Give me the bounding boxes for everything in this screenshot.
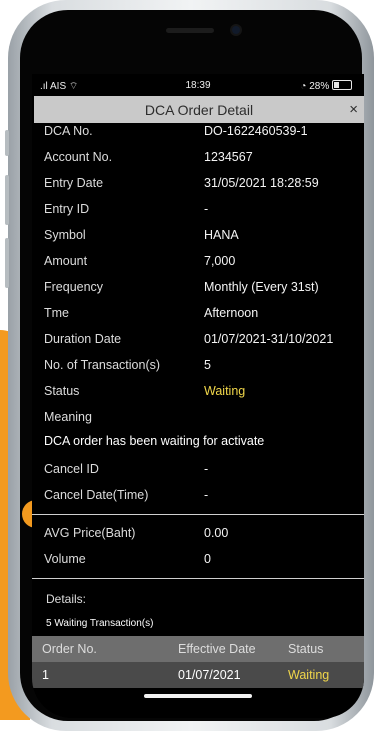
volume-down-button bbox=[5, 238, 9, 288]
detail-row-status: Status Waiting bbox=[44, 384, 362, 404]
front-camera bbox=[232, 26, 240, 34]
detail-row-transactions: No. of Transaction(s) 5 bbox=[44, 358, 362, 378]
volume-up-button bbox=[5, 175, 9, 225]
battery-status: ◔ 28% bbox=[300, 80, 352, 92]
section-divider bbox=[32, 514, 364, 515]
detail-label: DCA No. bbox=[44, 124, 93, 138]
detail-value: 1234567 bbox=[204, 150, 253, 164]
detail-value: 01/07/2021-31/10/2021 bbox=[204, 332, 334, 346]
section-divider bbox=[32, 578, 364, 579]
table-row[interactable]: 1 01/07/2021 Waiting bbox=[32, 662, 364, 688]
close-icon[interactable]: × bbox=[349, 101, 358, 118]
col-status: Status bbox=[288, 642, 324, 656]
meaning-label: Meaning bbox=[44, 410, 92, 424]
detail-value: Monthly (Every 31st) bbox=[204, 280, 319, 294]
detail-row-duration-date: Duration Date 01/07/2021-31/10/2021 bbox=[44, 332, 362, 352]
detail-label: Amount bbox=[44, 254, 88, 268]
battery-icon bbox=[332, 80, 352, 90]
detail-value: 7,000 bbox=[204, 254, 236, 268]
meaning-text: DCA order has been waiting for activate bbox=[44, 434, 265, 448]
detail-label: Account No. bbox=[44, 150, 113, 164]
detail-value: 0.00 bbox=[204, 526, 229, 540]
detail-value: - bbox=[204, 462, 209, 476]
detail-value: DO-1622460539-1 bbox=[204, 124, 308, 138]
detail-label: Volume bbox=[44, 552, 86, 566]
detail-value: - bbox=[204, 202, 209, 216]
detail-label: Cancel Date(Time) bbox=[44, 488, 149, 502]
detail-value: - bbox=[204, 488, 209, 502]
waiting-transactions: 5 Waiting Transaction(s) bbox=[46, 618, 154, 629]
detail-label: Status bbox=[44, 384, 80, 398]
detail-label: Cancel ID bbox=[44, 462, 99, 476]
detail-label: No. of Transaction(s) bbox=[44, 358, 161, 372]
detail-value: 31/05/2021 18:28:59 bbox=[204, 176, 319, 190]
cell-effective-date: 01/07/2021 bbox=[178, 668, 241, 682]
mute-switch bbox=[5, 130, 9, 156]
detail-value: 0 bbox=[204, 552, 211, 566]
detail-label: Tme bbox=[44, 306, 69, 320]
orange-bottom-line bbox=[0, 716, 12, 719]
cell-status: Waiting bbox=[288, 668, 330, 682]
detail-value: Afternoon bbox=[204, 306, 259, 320]
detail-label: Entry ID bbox=[44, 202, 90, 216]
title-bar: DCA Order Detail × bbox=[34, 96, 364, 123]
transactions-table-header: Order No. Effective Date Status bbox=[32, 636, 364, 662]
status-bar: .ıl AIS ⌔ 18:39 ◔ 28% bbox=[32, 74, 364, 96]
detail-row-entry-date: Entry Date 31/05/2021 18:28:59 bbox=[44, 176, 362, 196]
detail-value: HANA bbox=[204, 228, 239, 242]
battery-percent: 28% bbox=[309, 81, 330, 92]
detail-value: 5 bbox=[204, 358, 211, 372]
alarm-icon: ◔ bbox=[300, 81, 307, 92]
detail-row-meaning: Meaning bbox=[44, 410, 362, 430]
detail-label: Entry Date bbox=[44, 176, 104, 190]
col-order-no: Order No. bbox=[42, 642, 97, 656]
detail-row-cancel-date: Cancel Date(Time) - bbox=[44, 488, 362, 508]
page-title: DCA Order Detail bbox=[144, 102, 254, 118]
detail-row-amount: Amount 7,000 bbox=[44, 254, 362, 274]
status-value: Waiting bbox=[204, 384, 246, 398]
summary-row-avg-price: AVG Price(Baht) 0.00 bbox=[44, 526, 362, 546]
detail-label: Frequency bbox=[44, 280, 104, 294]
cell-order-no: 1 bbox=[42, 668, 49, 682]
detail-row-cancel-id: Cancel ID - bbox=[44, 462, 362, 482]
detail-row-account-no: Account No. 1234567 bbox=[44, 150, 362, 170]
col-effective-date: Effective Date bbox=[178, 642, 256, 656]
detail-row-dca-no: DCA No. DO-1622460539-1 bbox=[44, 124, 362, 144]
speaker-grille bbox=[166, 28, 214, 33]
detail-label: Duration Date bbox=[44, 332, 122, 346]
detail-label: AVG Price(Baht) bbox=[44, 526, 136, 540]
detail-label: Symbol bbox=[44, 228, 86, 242]
details-heading: Details: bbox=[46, 592, 87, 606]
home-indicator[interactable] bbox=[144, 694, 252, 698]
detail-row-entry-id: Entry ID - bbox=[44, 202, 362, 222]
summary-row-volume: Volume 0 bbox=[44, 552, 362, 572]
app-screen: .ıl AIS ⌔ 18:39 ◔ 28% DCA Order Detail ×… bbox=[32, 74, 364, 718]
detail-row-symbol: Symbol HANA bbox=[44, 228, 362, 248]
detail-row-time: Tme Afternoon bbox=[44, 306, 362, 326]
detail-row-frequency: Frequency Monthly (Every 31st) bbox=[44, 280, 362, 300]
